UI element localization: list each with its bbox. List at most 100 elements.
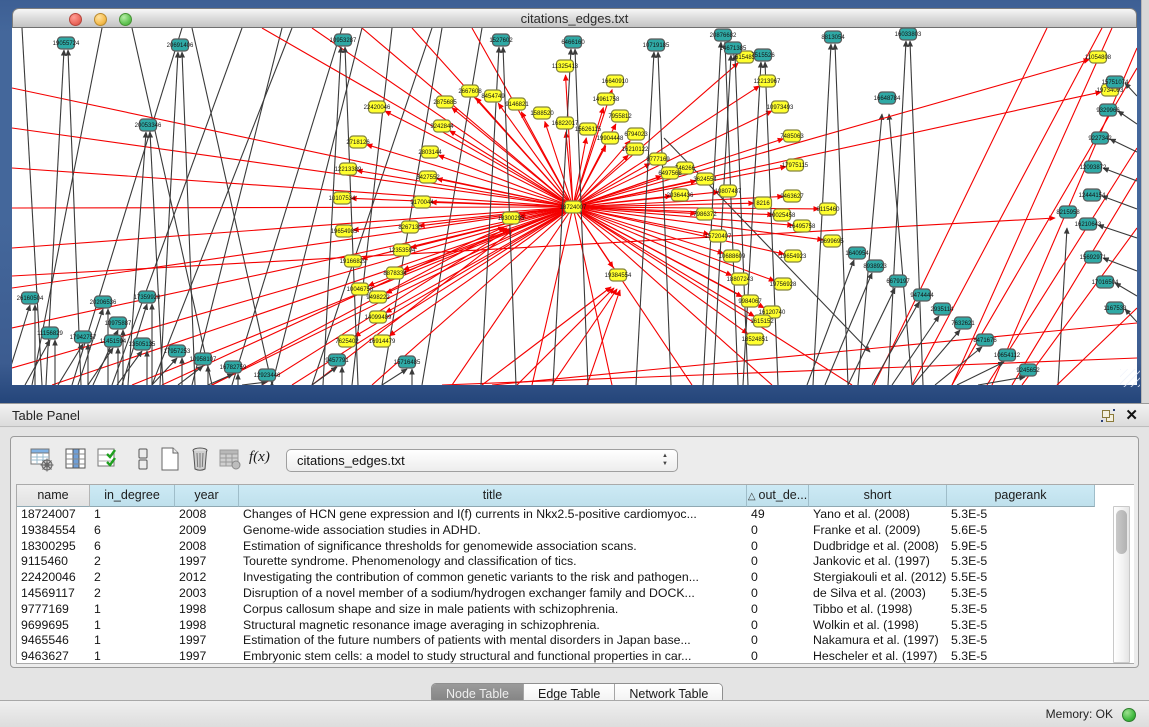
- node-label: 18300295: [498, 216, 525, 222]
- edge[interactable]: [892, 316, 939, 385]
- edge[interactable]: [573, 59, 1089, 207]
- edge[interactable]: [352, 28, 392, 385]
- table-row[interactable]: 2242004622012Investigating the contribut…: [17, 570, 1134, 586]
- edge[interactable]: [573, 207, 775, 281]
- table-row[interactable]: 969969511998Structural magnetic resonanc…: [17, 618, 1134, 634]
- edge[interactable]: [272, 28, 362, 385]
- node-label: 18524851: [742, 337, 769, 343]
- edge[interactable]: [12, 207, 573, 208]
- edge[interactable]: [192, 28, 282, 385]
- table-cell: Tibbo et al. (1998): [809, 602, 947, 618]
- table-row[interactable]: 1872400712008Changes of HCN gene express…: [17, 507, 1134, 523]
- node-label: 6466160: [561, 40, 585, 46]
- edge[interactable]: [1103, 168, 1137, 181]
- table-cell: 6: [90, 539, 175, 555]
- column-checklist-icon[interactable]: [95, 446, 121, 472]
- delete-column-icon[interactable]: [187, 446, 213, 472]
- table-cell: 1997: [175, 649, 239, 665]
- edge[interactable]: [12, 128, 573, 207]
- table-settings-icon[interactable]: [29, 446, 55, 472]
- table-cell: 2012: [175, 570, 239, 586]
- edge[interactable]: [1125, 309, 1137, 322]
- table-row[interactable]: 946554611997Estimation of the future num…: [17, 633, 1134, 649]
- table-row[interactable]: 1830029562008Estimation of significance …: [17, 539, 1134, 555]
- edge[interactable]: [978, 377, 1025, 385]
- column-header-short[interactable]: short: [809, 485, 947, 507]
- table-row[interactable]: 1938455462009Genome-wide association stu…: [17, 523, 1134, 539]
- network-canvas[interactable]: 1872400718300295193845542242004627181261…: [12, 28, 1137, 385]
- node-label: 8471676: [973, 338, 997, 344]
- edge[interactable]: [1103, 258, 1137, 271]
- edge[interactable]: [872, 302, 919, 385]
- edge[interactable]: [160, 52, 178, 385]
- select-all-columns-icon[interactable]: [63, 446, 89, 472]
- edge[interactable]: [88, 348, 113, 385]
- column-header-in_degree[interactable]: in_degree: [90, 485, 175, 507]
- edge[interactable]: [1098, 225, 1137, 238]
- table-cell: 49: [747, 507, 809, 523]
- edge[interactable]: [587, 290, 620, 385]
- node-label: 19654985: [331, 229, 358, 235]
- column-header-name[interactable]: name: [17, 485, 90, 507]
- edge[interactable]: [910, 41, 923, 385]
- close-panel-icon[interactable]: ✕: [1125, 407, 1138, 425]
- window-title: citations_edges.txt: [13, 9, 1136, 29]
- window-titlebar[interactable]: citations_edges.txt: [12, 8, 1137, 28]
- column-header-year[interactable]: year: [175, 485, 239, 507]
- resize-grip-icon[interactable]: [1120, 369, 1140, 387]
- table-cell: 14569117: [17, 586, 90, 602]
- table-row[interactable]: 911546021997Tourette syndrome. Phenomeno…: [17, 554, 1134, 570]
- table-row[interactable]: 977716911998Corpus callosum shape and si…: [17, 602, 1134, 618]
- edge[interactable]: [152, 358, 177, 385]
- edge[interactable]: [1118, 111, 1137, 124]
- edge[interactable]: [12, 168, 573, 207]
- node-label: 12213389: [335, 167, 362, 173]
- memory-status-icon[interactable]: [1122, 708, 1136, 722]
- edge[interactable]: [573, 207, 793, 225]
- edge[interactable]: [182, 52, 195, 385]
- network-graph[interactable]: 1872400718300295193845542242004627181261…: [12, 28, 1137, 385]
- table-row[interactable]: 946362711997Embryonic stem cells: a mode…: [17, 649, 1134, 665]
- scrollbar-thumb[interactable]: [1116, 510, 1127, 554]
- table-scrollbar[interactable]: [1113, 506, 1130, 663]
- edge[interactable]: [117, 351, 142, 385]
- edge[interactable]: [517, 288, 614, 385]
- node-table[interactable]: namein_degreeyeartitle△out_de...shortpag…: [16, 484, 1134, 664]
- node-label: 6497568: [658, 171, 682, 177]
- table-cell: Stergiakouli et al. (2012): [809, 570, 947, 586]
- column-header-title[interactable]: title: [239, 485, 747, 507]
- float-window-icon[interactable]: [1102, 410, 1115, 423]
- table-select[interactable]: citations_edges.txt ▲▼: [286, 449, 678, 472]
- edge[interactable]: [422, 28, 482, 385]
- node-label: 26160504: [17, 296, 44, 302]
- edge[interactable]: [192, 28, 272, 385]
- edge[interactable]: [382, 369, 407, 385]
- edge[interactable]: [212, 207, 573, 385]
- create-column-icon[interactable]: [157, 446, 183, 472]
- edge[interactable]: [1110, 139, 1137, 152]
- edge[interactable]: [208, 374, 233, 385]
- edge[interactable]: [12, 305, 30, 385]
- edge[interactable]: [532, 207, 573, 385]
- column-header-out_de[interactable]: △out_de...: [747, 485, 809, 507]
- row-mode-icon[interactable]: [130, 446, 156, 472]
- column-header-pagerank[interactable]: pagerank: [947, 485, 1095, 507]
- edge[interactable]: [323, 47, 341, 385]
- edge[interactable]: [636, 52, 654, 385]
- edge[interactable]: [450, 131, 573, 207]
- table-cell: Tourette syndrome. Phenomenology and cla…: [239, 554, 747, 570]
- table-row[interactable]: 1456911722003Disruption of a novel membe…: [17, 586, 1134, 602]
- table-cell: 2: [90, 554, 175, 570]
- edge[interactable]: [476, 98, 573, 207]
- node-label: 8267130: [398, 225, 422, 231]
- edge[interactable]: [952, 28, 1112, 385]
- edge[interactable]: [132, 28, 212, 385]
- edge[interactable]: [12, 207, 573, 328]
- node-label: 19904448: [597, 136, 624, 142]
- table-cell: 1997: [175, 633, 239, 649]
- function-builder-icon[interactable]: f(x): [249, 449, 270, 466]
- node-label: 18724007: [560, 205, 587, 211]
- node-label: 9474444: [910, 293, 934, 299]
- edge[interactable]: [345, 47, 358, 385]
- node-label: 12353594: [389, 248, 416, 254]
